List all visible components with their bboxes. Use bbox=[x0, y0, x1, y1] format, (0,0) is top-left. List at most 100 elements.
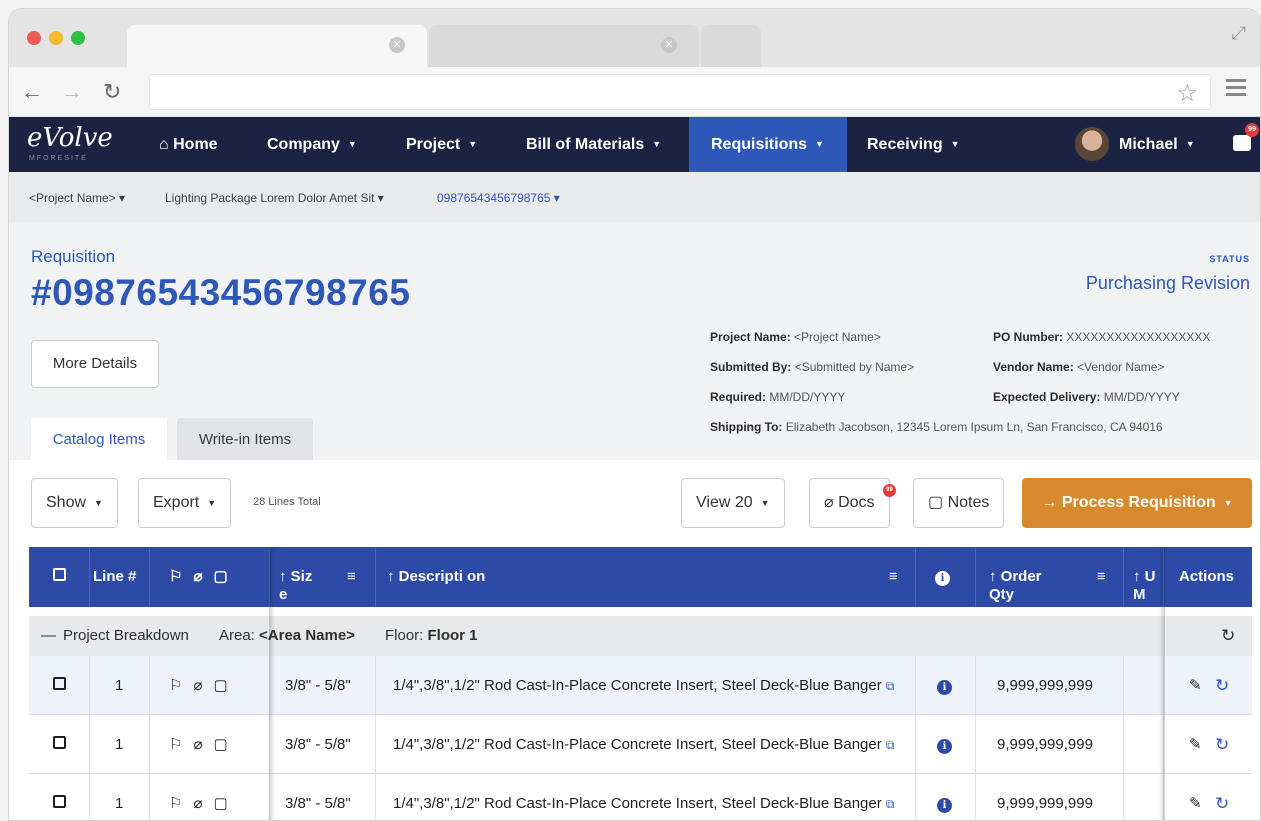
nav-requisitions[interactable]: Requisitions ▼ bbox=[689, 117, 847, 172]
nav-project-label: Project bbox=[406, 136, 461, 153]
nav-bom-label: Bill of Materials bbox=[526, 136, 645, 153]
flag-icon[interactable]: ⚐ bbox=[169, 656, 182, 715]
paperclip-icon[interactable]: ⌀ bbox=[193, 774, 202, 820]
external-link-icon[interactable]: ⧉ bbox=[886, 679, 895, 693]
meta-submitted-by-value: <Submitted by Name> bbox=[794, 360, 915, 374]
user-avatar[interactable] bbox=[1075, 127, 1109, 161]
evolve-logo[interactable]: eVolve bbox=[27, 123, 113, 153]
row-info-icon[interactable]: i bbox=[937, 715, 952, 774]
fullscreen-icon[interactable]: ⤢ bbox=[1232, 23, 1246, 44]
flag-icon[interactable]: ⚐ bbox=[169, 774, 182, 820]
row-info-icon[interactable]: i bbox=[937, 656, 952, 715]
header-size[interactable]: ↑ Siz e bbox=[279, 547, 319, 607]
reload-icon[interactable]: ↻ bbox=[103, 79, 121, 105]
paperclip-icon[interactable]: ⌀ bbox=[193, 715, 202, 774]
project-breakdown-row[interactable]: — Project Breakdown Area: <Area Name> Fl… bbox=[29, 616, 1252, 656]
browser-tab-active[interactable]: ✕ bbox=[127, 25, 427, 69]
breadcrumb-package-label: Lighting Package Lorem Dolor Amet Sit bbox=[165, 191, 375, 205]
undo-icon[interactable]: ↻ bbox=[1215, 656, 1229, 715]
undo-icon[interactable]: ↻ bbox=[1215, 774, 1229, 820]
edit-icon[interactable]: ✎ bbox=[1189, 656, 1202, 715]
nav-home-label: Home bbox=[173, 136, 218, 153]
note-icon[interactable]: ▢ bbox=[213, 715, 227, 774]
row-checkbox[interactable] bbox=[53, 715, 66, 774]
flag-icon[interactable]: ⚐ bbox=[169, 715, 182, 774]
logo-subtitle: MFORESITE bbox=[29, 155, 88, 162]
row-qty: 9,999,999,999 bbox=[997, 795, 1093, 812]
export-dropdown[interactable]: Export ▼ bbox=[138, 478, 232, 528]
nav-receiving[interactable]: Receiving ▼ bbox=[867, 117, 960, 172]
row-size: 3/8" - 5/8" bbox=[285, 795, 351, 812]
forward-icon[interactable]: → bbox=[61, 79, 83, 105]
breadcrumb-requisition[interactable]: 09876543456798765 ▾ bbox=[437, 191, 560, 205]
table-row[interactable]: 1 ⚐ ⌀ ▢ 3/8" - 5/8" 1/4",3/8",1/2" Rod Cas… bbox=[29, 656, 1252, 715]
close-window-dot[interactable] bbox=[27, 31, 41, 45]
maximize-window-dot[interactable] bbox=[71, 31, 85, 45]
user-menu[interactable]: Michael ▼ bbox=[1119, 117, 1195, 172]
nav-project[interactable]: Project ▼ bbox=[406, 117, 477, 172]
back-icon[interactable]: ← bbox=[21, 79, 43, 105]
row-description[interactable]: 1/4",3/8",1/2" Rod Cast-In-Place Concret… bbox=[393, 715, 894, 774]
row-info-icon[interactable]: i bbox=[937, 774, 952, 820]
breadcrumb-requisition-label: 09876543456798765 bbox=[437, 191, 551, 205]
row-qty: 9,999,999,999 bbox=[997, 677, 1093, 694]
header-description[interactable]: ↑ Descripti on bbox=[387, 547, 497, 607]
select-all-checkbox[interactable] bbox=[53, 547, 66, 607]
note-icon[interactable]: ▢ bbox=[213, 656, 227, 715]
view-count-dropdown[interactable]: View 20 ▼ bbox=[681, 478, 785, 528]
browser-tab[interactable]: ✕ bbox=[429, 25, 699, 69]
paperclip-icon[interactable]: ⌀ bbox=[193, 656, 202, 715]
row-qty: 9,999,999,999 bbox=[997, 736, 1093, 753]
collapse-icon[interactable]: — bbox=[41, 616, 56, 656]
docs-button[interactable]: ⌀ Docs bbox=[809, 478, 890, 528]
breadcrumb-project[interactable]: <Project Name> ▾ bbox=[29, 191, 125, 205]
nav-home[interactable]: ⌂ Home bbox=[159, 117, 218, 172]
row-checkbox[interactable] bbox=[53, 656, 66, 715]
show-dropdown[interactable]: Show ▼ bbox=[31, 478, 118, 528]
process-requisition-button[interactable]: → Process Requisition ▼ bbox=[1022, 478, 1252, 528]
row-checkbox[interactable] bbox=[53, 774, 66, 820]
nav-company[interactable]: Company ▼ bbox=[267, 117, 357, 172]
edit-icon[interactable]: ✎ bbox=[1189, 715, 1202, 774]
meta-vendor-label: Vendor Name: bbox=[993, 360, 1074, 374]
meta-vendor-value: <Vendor Name> bbox=[1077, 360, 1165, 374]
row-description[interactable]: 1/4",3/8",1/2" Rod Cast-In-Place Concret… bbox=[393, 774, 895, 820]
breadcrumb-package[interactable]: Lighting Package Lorem Dolor Amet Sit ▾ bbox=[165, 191, 384, 205]
address-bar[interactable]: ☆ bbox=[149, 74, 1211, 110]
tab-catalog-items[interactable]: Catalog Items bbox=[31, 418, 167, 460]
tab-write-in-items[interactable]: Write-in Items bbox=[177, 418, 313, 460]
chevron-down-icon: ▼ bbox=[468, 139, 478, 150]
external-link-icon[interactable]: ⧉ bbox=[886, 797, 895, 811]
close-tab-icon[interactable]: ✕ bbox=[661, 37, 677, 53]
row-size: 3/8" - 5/8" bbox=[285, 677, 351, 694]
note-icon[interactable]: ▢ bbox=[213, 774, 227, 820]
refresh-icon[interactable]: ↻ bbox=[1221, 616, 1235, 656]
browser-tabstrip: ✕ ✕ ⤢ bbox=[9, 9, 1260, 69]
filter-icon[interactable]: ≡ bbox=[889, 547, 898, 607]
nav-bill-of-materials[interactable]: Bill of Materials ▼ bbox=[526, 117, 661, 172]
filter-icon[interactable]: ≡ bbox=[347, 547, 356, 607]
bookmark-star-icon[interactable]: ☆ bbox=[1176, 79, 1198, 108]
notes-button[interactable]: ▢ Notes bbox=[913, 478, 1005, 528]
chevron-down-icon: ▼ bbox=[652, 139, 662, 150]
table-row[interactable]: 1 ⚐ ⌀ ▢ 3/8" - 5/8" 1/4",3/8",1/2" Rod Cas… bbox=[29, 715, 1252, 774]
edit-icon[interactable]: ✎ bbox=[1189, 774, 1202, 820]
messages-icon[interactable] bbox=[1233, 135, 1251, 151]
meta-project-name: Project Name: <Project Name> bbox=[710, 330, 881, 344]
row-description[interactable]: 1/4",3/8",1/2" Rod Cast-In-Place Concret… bbox=[393, 656, 894, 715]
new-tab-button[interactable] bbox=[701, 25, 761, 69]
row-line: 1 bbox=[115, 677, 124, 694]
minimize-window-dot[interactable] bbox=[49, 31, 63, 45]
note-icon: ▢ bbox=[213, 568, 228, 585]
undo-icon[interactable]: ↻ bbox=[1215, 715, 1229, 774]
more-details-button[interactable]: More Details bbox=[31, 340, 159, 388]
external-link-icon[interactable]: ⧉ bbox=[886, 738, 895, 752]
close-tab-icon[interactable]: ✕ bbox=[389, 37, 405, 53]
header-line[interactable]: Line # bbox=[93, 547, 136, 607]
meta-delivery: Expected Delivery: MM/DD/YYYY bbox=[993, 390, 1180, 404]
filter-icon[interactable]: ≡ bbox=[1097, 547, 1106, 607]
nav-company-label: Company bbox=[267, 136, 340, 153]
header-order-qty[interactable]: ↑ Order Qty bbox=[989, 547, 1069, 607]
table-row[interactable]: 1 ⚐ ⌀ ▢ 3/8" - 5/8" 1/4",3/8",1/2" Rod Cas… bbox=[29, 774, 1252, 820]
browser-menu-icon[interactable] bbox=[1226, 79, 1246, 97]
